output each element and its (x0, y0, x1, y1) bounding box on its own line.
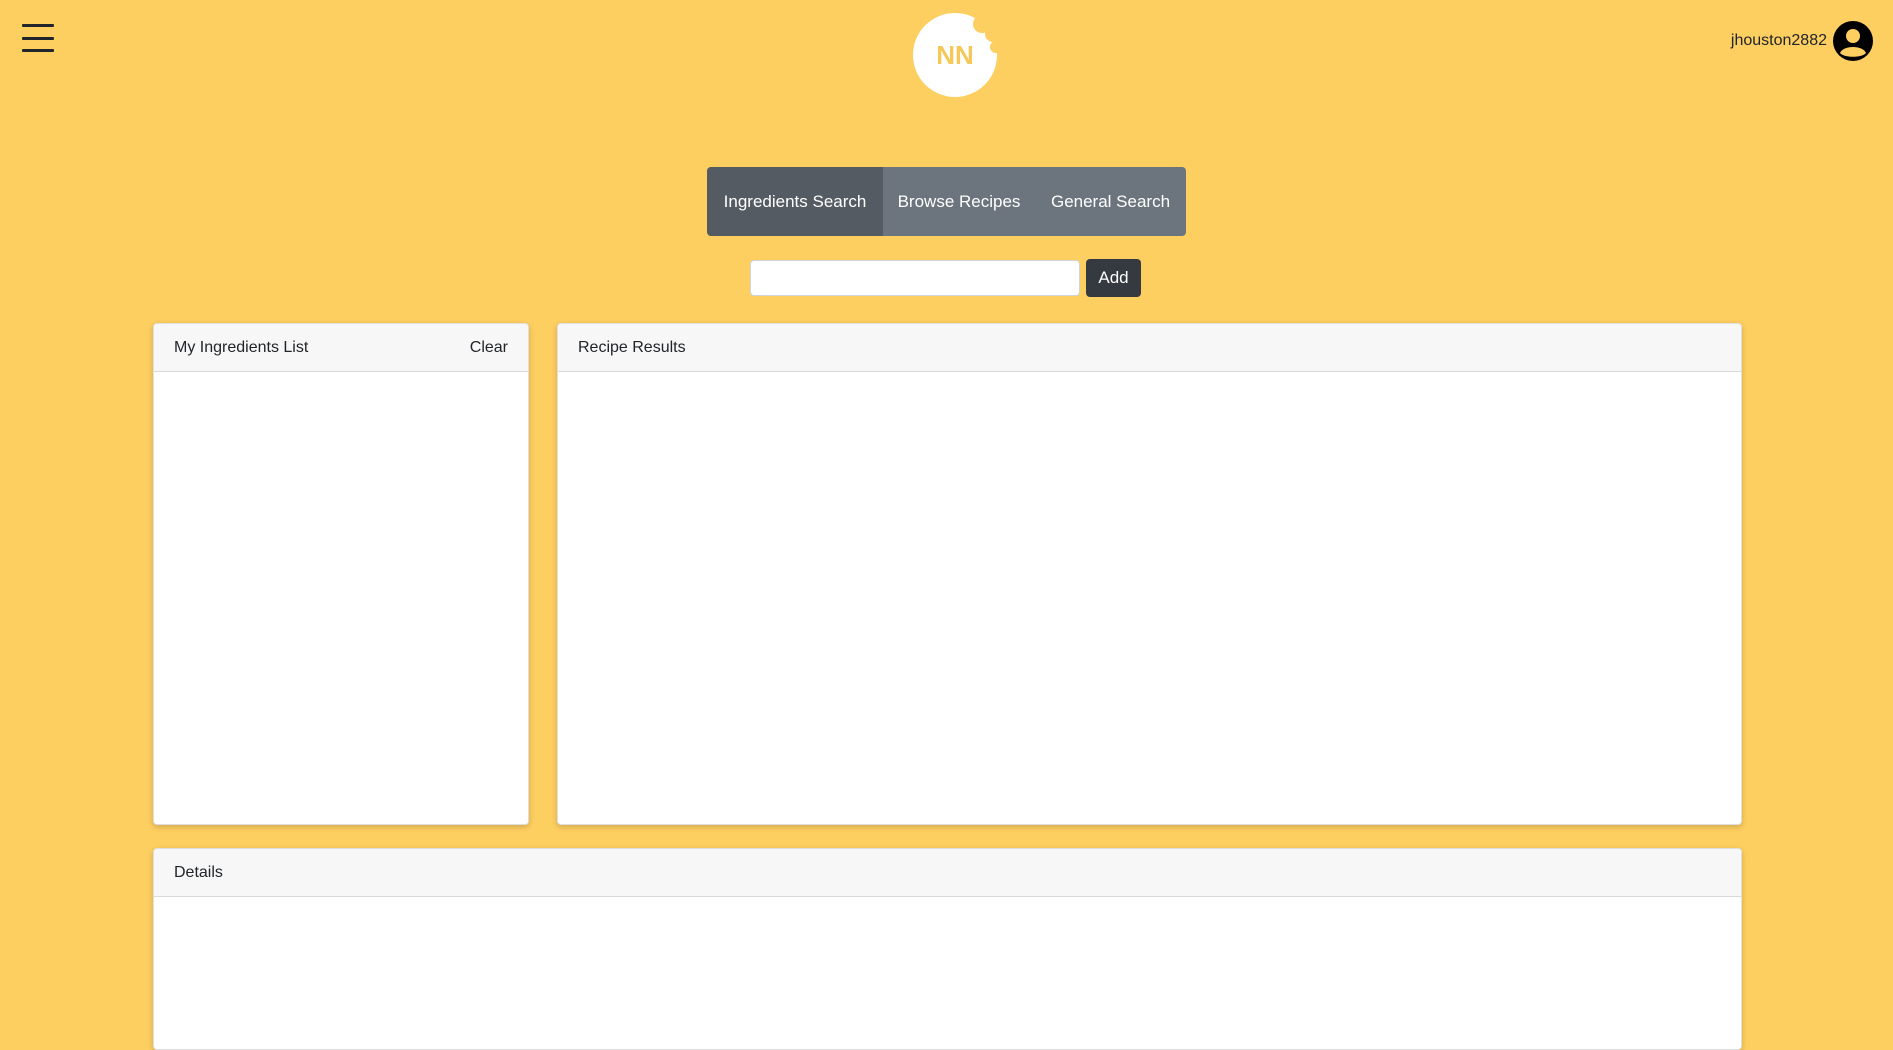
username[interactable]: jhouston2882 (1731, 32, 1827, 50)
ingredient-input[interactable] (750, 260, 1080, 296)
logo-icon: NN (913, 13, 997, 97)
details-card-header: Details (154, 849, 1741, 897)
hamburger-line (22, 36, 54, 40)
search-mode-tabs: Ingredients Search Browse Recipes Genera… (707, 167, 1186, 236)
tab-ingredients-search[interactable]: Ingredients Search (707, 167, 883, 236)
details-card: Details (153, 848, 1742, 1050)
ingredients-card-header: My Ingredients List Clear (154, 324, 528, 372)
clear-ingredients-button[interactable]: Clear (470, 339, 508, 357)
hamburger-menu-icon[interactable] (22, 22, 54, 54)
tab-browse-recipes[interactable]: Browse Recipes (883, 167, 1035, 236)
tab-general-search[interactable]: General Search (1035, 167, 1186, 236)
hamburger-line (22, 24, 54, 27)
ingredients-card-title: My Ingredients List (174, 338, 309, 356)
logo-text: NN (936, 40, 974, 70)
user-avatar-icon[interactable] (1833, 21, 1873, 61)
ingredient-search-row: Add (750, 259, 1141, 297)
user-menu[interactable]: jhouston2882 (1731, 21, 1873, 61)
ingredients-card: My Ingredients List Clear (153, 323, 529, 825)
recipe-results-header: Recipe Results (558, 324, 1741, 372)
bitten-cookie-logo[interactable]: NN (912, 12, 998, 98)
hamburger-line (22, 49, 54, 52)
recipe-results-title: Recipe Results (578, 338, 686, 356)
add-ingredient-button[interactable]: Add (1086, 259, 1141, 297)
recipe-results-card: Recipe Results (557, 323, 1742, 825)
details-card-title: Details (174, 863, 223, 881)
